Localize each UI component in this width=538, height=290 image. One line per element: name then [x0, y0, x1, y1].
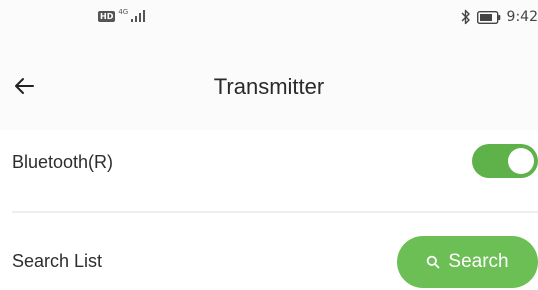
hd-badge: HD: [98, 10, 116, 22]
network-type: 4G: [118, 8, 129, 16]
status-time: 9:42: [506, 9, 538, 25]
bluetooth-icon: [461, 9, 470, 25]
page-title: Transmitter: [213, 74, 325, 99]
search-icon: [427, 255, 440, 269]
bluetooth-label: Bluetooth(R): [12, 152, 114, 172]
bluetooth-row: Bluetooth(R): [0, 130, 538, 210]
signal-icon: [131, 10, 146, 22]
search-button[interactable]: Search: [397, 236, 538, 288]
app-header: Transmitter: [0, 46, 538, 130]
battery-icon: [476, 10, 500, 24]
search-button-label: Search: [448, 251, 509, 272]
status-right-group: 9:42: [461, 9, 538, 25]
bluetooth-toggle[interactable]: [472, 144, 538, 178]
status-left-group: HD 4G: [98, 8, 146, 22]
search-list-label: Search List: [12, 251, 103, 271]
toggle-knob: [508, 148, 534, 174]
status-bar: HD 4G 9:42: [0, 0, 538, 46]
